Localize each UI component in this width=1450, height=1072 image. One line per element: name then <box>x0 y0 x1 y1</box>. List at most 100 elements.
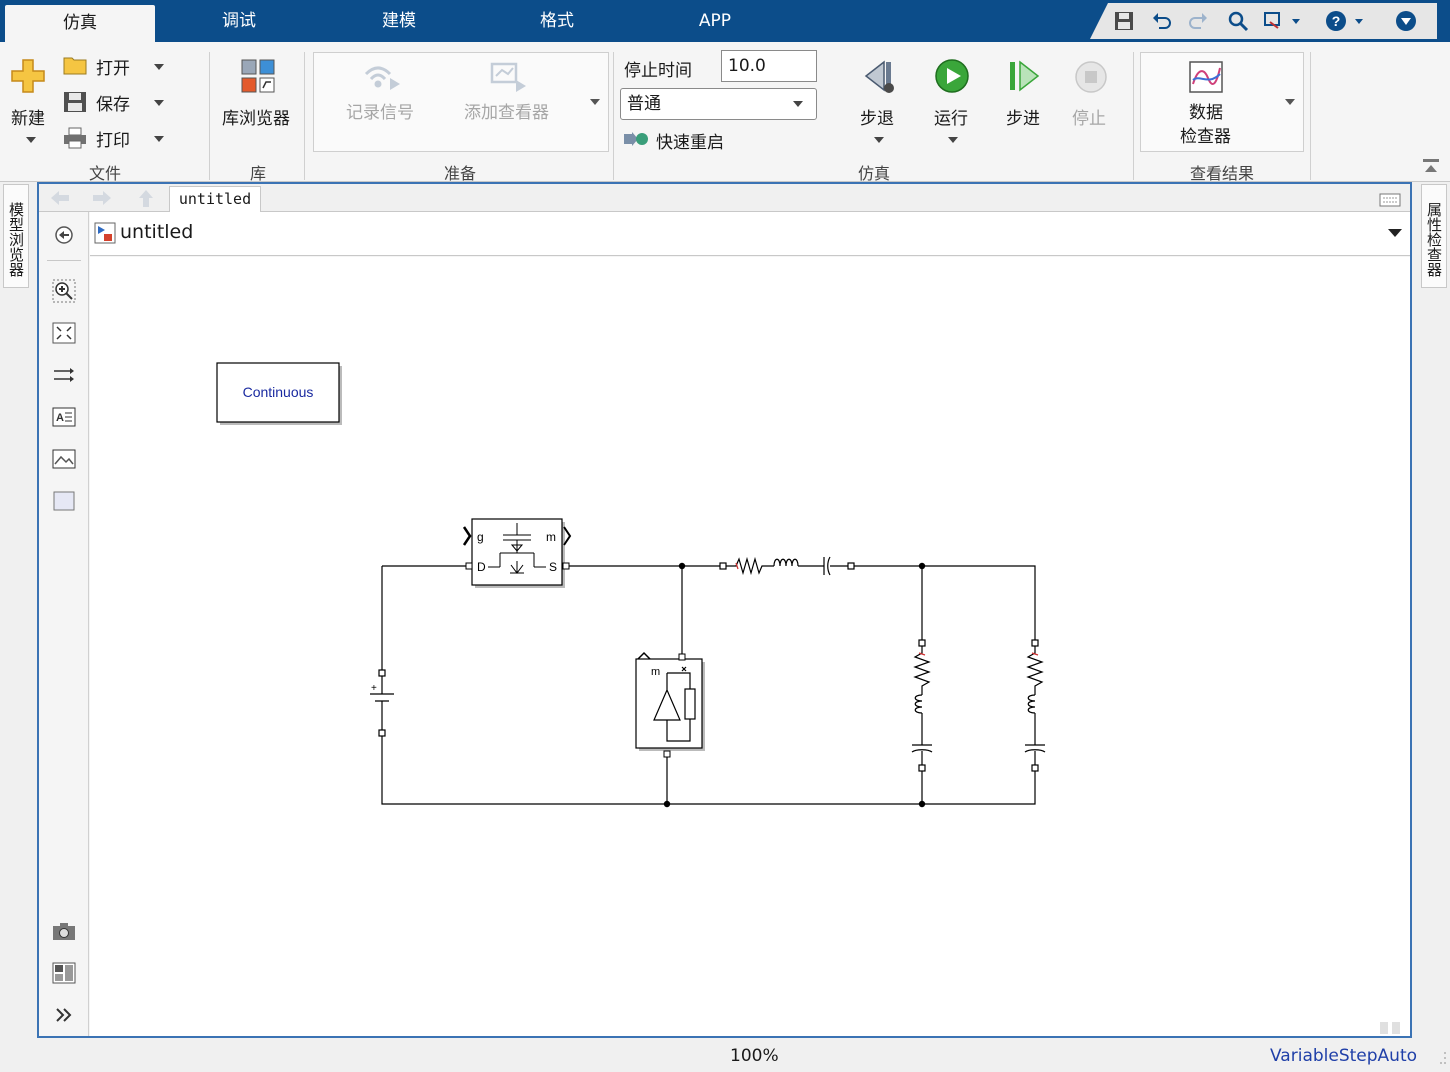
model-breadcrumb: untitled <box>90 212 1410 256</box>
toolstrip-divider <box>47 260 81 261</box>
model-canvas[interactable]: Continuous g m D S + m <box>90 257 1410 1036</box>
solver-status-link[interactable]: VariableStepAuto <box>1270 1046 1417 1066</box>
stop-button[interactable]: 停止 <box>1072 104 1106 129</box>
breadcrumb-dropdown-caret[interactable] <box>1388 229 1402 237</box>
canvas-resize-grip[interactable] <box>1380 1022 1400 1034</box>
step-back-icon[interactable] <box>860 58 898 101</box>
tab-format[interactable]: 格式 <box>498 0 616 42</box>
diode-port-m: m <box>651 666 660 678</box>
run-dropdown-caret[interactable] <box>948 137 958 143</box>
dc-voltage-source[interactable]: + <box>370 669 394 737</box>
group-separator <box>209 52 210 180</box>
rlc-load-1[interactable] <box>911 639 933 772</box>
run-button[interactable]: 运行 <box>934 104 968 129</box>
step-forward-button[interactable]: 步进 <box>1006 104 1040 129</box>
minimize-toolstrip-icon[interactable] <box>1392 7 1420 35</box>
stop-time-input[interactable]: 10.0 <box>721 50 817 82</box>
open-dropdown-caret[interactable] <box>154 64 164 70</box>
keyboard-icon[interactable] <box>1379 192 1401 211</box>
mosfet-block[interactable]: g m D S <box>462 518 572 588</box>
new-dropdown-caret[interactable] <box>26 137 36 143</box>
save-floppy-icon[interactable] <box>62 90 88 119</box>
help-icon[interactable]: ? <box>1324 7 1368 35</box>
tab-simulation[interactable]: 仿真 <box>5 5 155 42</box>
route-lines-icon[interactable] <box>51 362 77 388</box>
rlc-load-2[interactable] <box>1024 639 1046 772</box>
zoom-in-icon[interactable] <box>51 278 77 304</box>
printer-icon[interactable] <box>62 126 88 155</box>
open-button[interactable]: 打开 <box>96 54 130 79</box>
library-browser-button[interactable]: 库浏览器 <box>222 104 290 129</box>
group-separator <box>613 52 614 180</box>
image-icon[interactable] <box>51 446 77 472</box>
tab-apps[interactable]: APP <box>656 0 774 42</box>
quick-access-toolbar: ? <box>1090 3 1437 39</box>
search-icon[interactable] <box>1224 7 1252 35</box>
step-back-button[interactable]: 步退 <box>860 104 894 129</box>
tab-debug[interactable]: 调试 <box>180 0 298 42</box>
wire-junction <box>663 800 671 808</box>
model-browser-side-tab[interactable]: 模型浏览器 <box>3 184 29 288</box>
model-document-tab[interactable]: untitled <box>169 186 261 212</box>
save-dropdown-caret[interactable] <box>154 100 164 106</box>
stop-time-label: 停止时间 <box>624 61 692 81</box>
print-dropdown-caret[interactable] <box>154 136 164 142</box>
data-inspector-button[interactable]: 数据 <box>1189 98 1223 123</box>
new-button[interactable]: 新建 <box>11 104 45 129</box>
community-menu-icon[interactable] <box>1260 7 1304 35</box>
add-viewer-button[interactable]: 添加查看器 <box>464 98 549 123</box>
group-label-review-results: 查看结果 <box>1189 164 1254 183</box>
run-icon[interactable] <box>934 58 970 99</box>
wire[interactable] <box>381 733 1036 805</box>
print-button[interactable]: 打印 <box>96 126 130 151</box>
camera-icon[interactable] <box>51 918 77 944</box>
property-inspector-toggle-icon[interactable] <box>51 960 77 986</box>
area-icon[interactable] <box>51 488 77 514</box>
wire[interactable] <box>851 565 1036 643</box>
double-chevron-right-icon[interactable] <box>51 1002 77 1028</box>
step-back-dropdown-caret[interactable] <box>874 137 884 143</box>
svg-text:?: ? <box>1332 13 1341 29</box>
property-inspector-side-tab[interactable]: 属性检查器 <box>1421 184 1447 288</box>
wire-junction <box>678 562 686 570</box>
wire-junction <box>918 800 926 808</box>
forward-arrow-icon[interactable] <box>91 188 113 208</box>
library-browser-icon[interactable] <box>240 58 276 99</box>
simulation-mode-select[interactable]: 普通 <box>620 88 817 120</box>
save-icon[interactable] <box>1110 7 1138 35</box>
hide-explorer-bar-icon[interactable] <box>51 222 77 248</box>
chevron-down-icon <box>793 101 803 107</box>
up-arrow-icon[interactable] <box>135 188 157 208</box>
step-forward-icon[interactable] <box>1006 58 1044 101</box>
new-plus-icon[interactable] <box>8 56 48 101</box>
editor-nav-bar: untitled <box>39 184 1410 212</box>
redo-icon[interactable] <box>1184 7 1212 35</box>
log-signals-button[interactable]: 记录信号 <box>346 98 414 123</box>
collapse-toolstrip-icon[interactable] <box>1422 158 1440 174</box>
powergui-block[interactable]: Continuous <box>216 362 342 425</box>
annotation-icon[interactable]: A <box>51 404 77 430</box>
save-button[interactable]: 保存 <box>96 90 130 115</box>
ribbon-tab-bar: 仿真 调试 建模 格式 APP ? <box>0 0 1450 42</box>
palette-toolstrip: A <box>39 212 89 1036</box>
diode-block[interactable]: m <box>635 651 705 758</box>
mosfet-port-s: S <box>549 560 557 574</box>
breadcrumb-model-name[interactable]: untitled <box>120 221 193 243</box>
review-gallery-expand-caret[interactable] <box>1285 99 1295 105</box>
data-inspector-button-line2[interactable]: 检查器 <box>1180 122 1231 147</box>
fast-restart-icon[interactable] <box>622 128 650 155</box>
tab-modeling[interactable]: 建模 <box>340 0 458 42</box>
fast-restart-button[interactable]: 快速重启 <box>656 128 724 153</box>
svg-text:+: + <box>371 683 377 694</box>
group-label-prepare: 准备 <box>443 164 476 183</box>
fit-to-view-icon[interactable] <box>51 320 77 346</box>
undo-icon[interactable] <box>1148 7 1176 35</box>
open-folder-icon[interactable] <box>62 54 88 81</box>
prepare-gallery-expand-caret[interactable] <box>590 99 600 105</box>
wire-junction <box>918 562 926 570</box>
series-rlc-branch[interactable] <box>719 556 855 576</box>
statusbar-resize-grip[interactable] <box>1436 1050 1448 1072</box>
back-arrow-icon[interactable] <box>49 188 71 208</box>
data-inspector-icon[interactable] <box>1188 60 1224 99</box>
mosfet-port-d: D <box>477 560 486 574</box>
